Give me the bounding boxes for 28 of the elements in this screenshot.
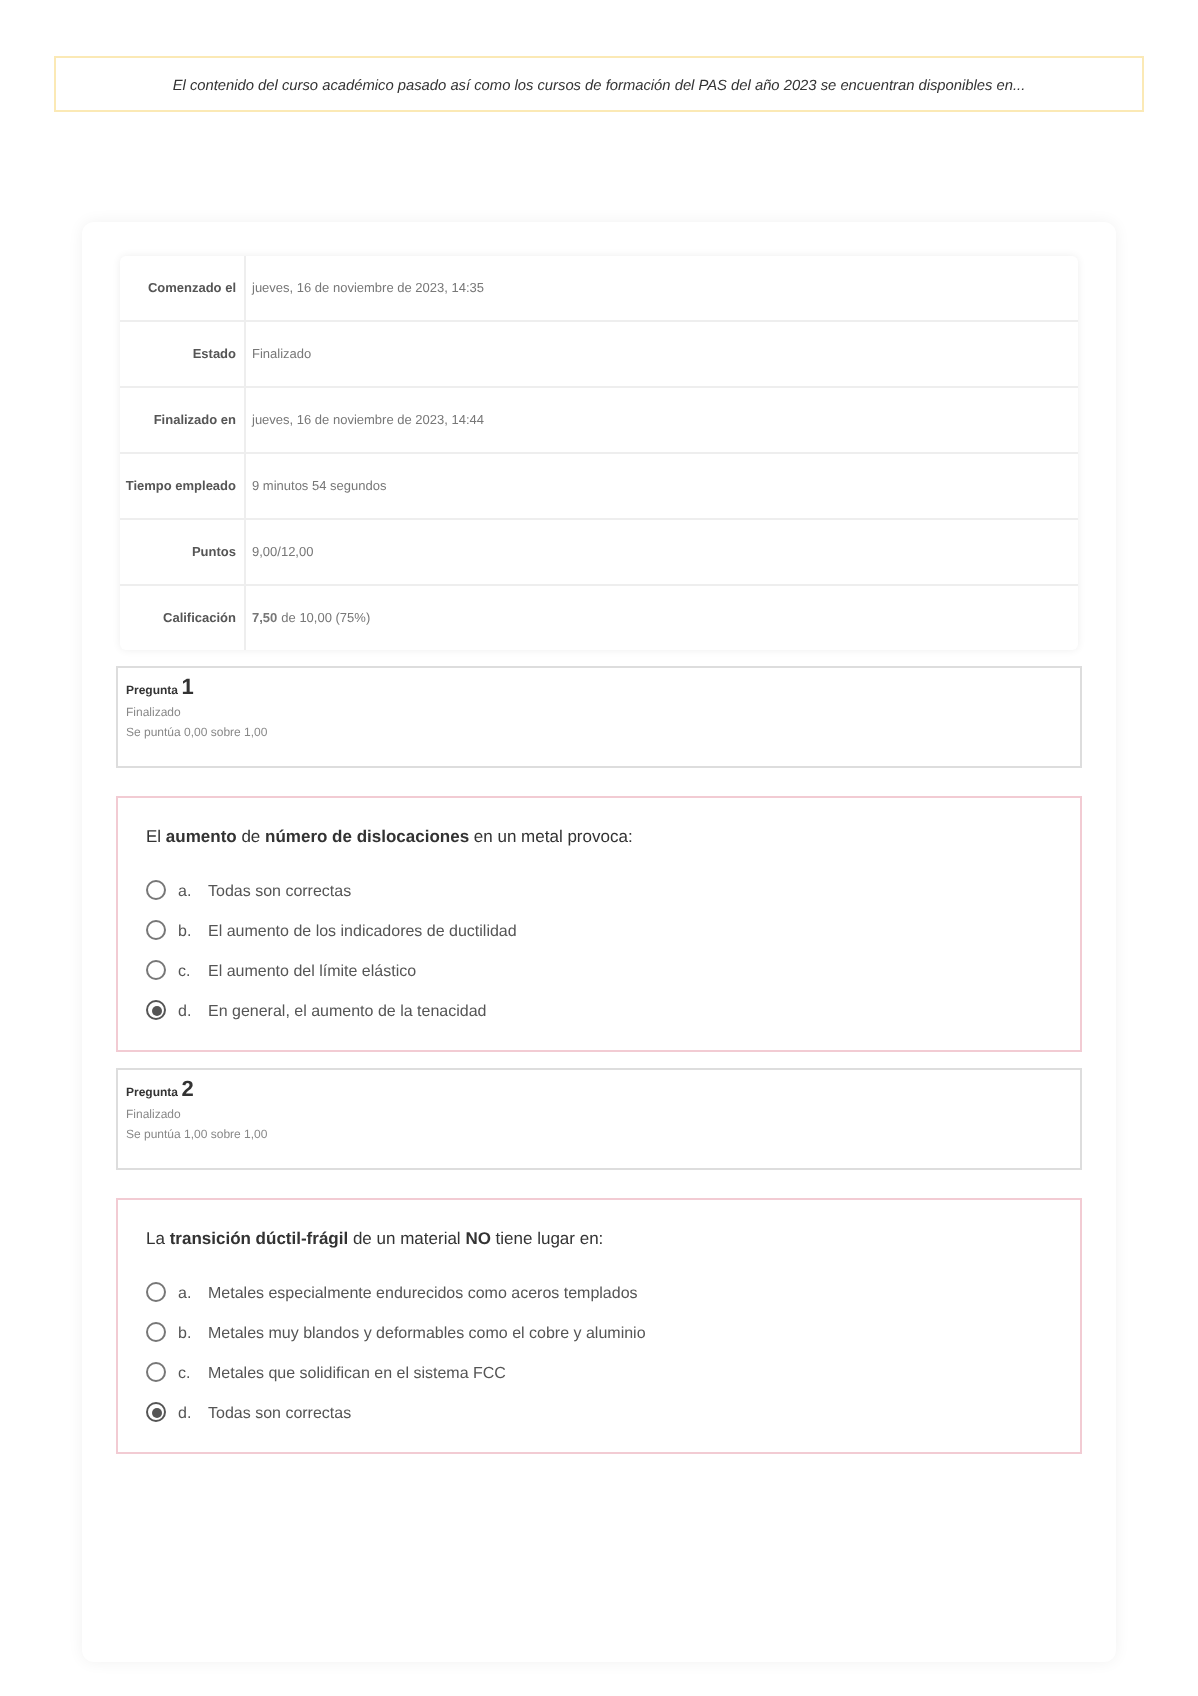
option-text: Metales especialmente endurecidos como aceros templados [208, 1283, 638, 1301]
question-number: 1 [181, 676, 194, 700]
option-letter: a. [178, 1283, 194, 1301]
radio-button[interactable] [146, 1322, 166, 1342]
option-letter: d. [178, 1001, 194, 1019]
radio-button[interactable] [146, 1362, 166, 1382]
option-letter: b. [178, 1323, 194, 1341]
radio-button[interactable] [146, 960, 166, 980]
option-letter: c. [178, 961, 193, 979]
radio-button[interactable] [146, 880, 166, 900]
option-text: El aumento de los indicadores de ductilidad [208, 921, 517, 939]
option-text: Metales que solidifican en el sistema FCC [208, 1363, 506, 1381]
question-number: 2 [181, 1078, 194, 1102]
option-letter: a. [178, 881, 194, 899]
option-text: Todas son correctas [208, 1403, 352, 1421]
radio-button[interactable] [146, 920, 166, 940]
radio-button[interactable] [146, 1402, 166, 1422]
option-letter: b. [178, 921, 194, 939]
radio-button[interactable] [146, 1000, 166, 1020]
option-letter: d. [178, 1403, 194, 1421]
option-letter: c. [178, 1363, 193, 1381]
option-text: En general, el aumento de la tenacidad [208, 1001, 487, 1019]
option-text: Todas son correctas [208, 881, 352, 899]
question-text: El aumento de número de dislocaciones en un metal provoca: [146, 826, 635, 846]
radio-button[interactable] [146, 1282, 166, 1302]
option-text: Metales muy blandos y deformables como el cobre y aluminio [208, 1323, 646, 1341]
option-text: El aumento del límite elástico [208, 961, 417, 979]
question-text: La transición dúctil-frágil de un material NO tiene lugar en: [146, 1228, 606, 1248]
